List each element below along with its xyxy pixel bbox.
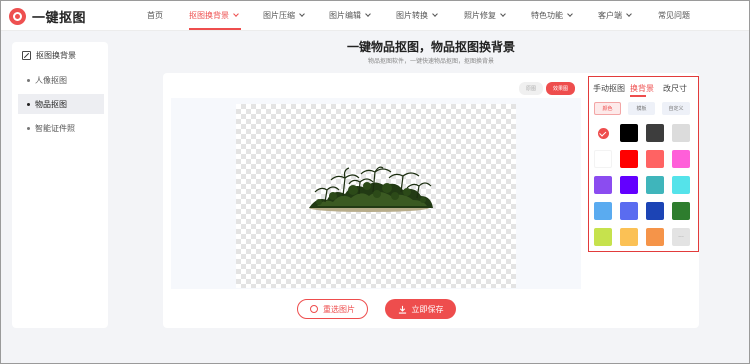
swatch-transparent-selected[interactable] (594, 124, 612, 142)
chevron-down-icon (567, 11, 573, 17)
compare-toggle: 原图 效果图 (519, 82, 576, 95)
sidebar: 抠图换背景 人像抠图 物品抠图 智能证件照 (12, 42, 108, 328)
sidebar-item-id-photo[interactable]: 智能证件照 (18, 118, 104, 138)
color-swatch[interactable] (672, 202, 690, 220)
cutout-result-image (309, 166, 433, 212)
nav-compress[interactable]: 图片压缩 (263, 10, 305, 21)
chevron-down-icon (432, 11, 438, 17)
nav-active-indicator (189, 28, 241, 30)
sidebar-item-object[interactable]: 物品抠图 (18, 94, 104, 114)
download-icon (398, 305, 406, 314)
logo-icon (9, 8, 26, 25)
cutout-icon (22, 51, 31, 60)
reselect-image-button[interactable]: 重选图片 (297, 299, 368, 319)
tab-manual-cutout[interactable]: 手动抠图 (593, 83, 625, 94)
tab-resize[interactable]: 改尺寸 (663, 83, 687, 94)
color-swatch[interactable] (646, 202, 664, 220)
color-swatch[interactable] (620, 176, 638, 194)
color-swatch[interactable] (594, 176, 612, 194)
chevron-down-icon (233, 11, 239, 17)
nav-edit[interactable]: 图片编辑 (329, 10, 371, 21)
logo[interactable]: 一键抠图 (9, 7, 86, 26)
check-icon (597, 127, 609, 139)
tab-change-background[interactable]: 换背景 (630, 83, 654, 94)
more-colors-button[interactable]: ··· (672, 228, 690, 246)
color-swatch[interactable] (594, 150, 612, 168)
result-button[interactable]: 效果图 (546, 82, 576, 95)
color-swatch[interactable] (672, 176, 690, 194)
chevron-down-icon (500, 11, 506, 17)
nav-convert[interactable]: 图片转换 (396, 10, 438, 21)
color-swatch[interactable] (646, 124, 664, 142)
chevron-down-icon (299, 11, 305, 17)
color-swatch[interactable] (646, 228, 664, 246)
nav-cutout-bg[interactable]: 抠图换背景 (189, 10, 239, 21)
color-swatch[interactable] (646, 150, 664, 168)
color-swatch[interactable] (620, 124, 638, 142)
sidebar-item-portrait[interactable]: 人像抠图 (18, 70, 104, 90)
color-swatch[interactable] (594, 202, 612, 220)
page-subtitle: 物品抠图软件，一键快速物品抠图，抠图换背景 (367, 58, 494, 65)
sidebar-title: 抠图换背景 (22, 50, 76, 61)
top-navbar: 一键抠图 首页 抠图换背景 图片压缩 图片编辑 图片转换 照片修复 特色功能 客… (1, 1, 749, 31)
color-swatch[interactable] (620, 228, 638, 246)
color-swatch[interactable] (594, 228, 612, 246)
background-panel: 手动抠图 换背景 改尺寸 颜色 模板 自定义 ··· (588, 76, 699, 252)
color-swatch[interactable] (672, 124, 690, 142)
nav-repair[interactable]: 照片修复 (464, 10, 506, 21)
nav-home[interactable]: 首页 (147, 10, 163, 21)
chevron-down-icon (626, 11, 632, 17)
save-now-button[interactable]: 立即保存 (385, 299, 456, 319)
nav-client[interactable]: 客户端 (598, 10, 632, 21)
subtab-custom[interactable]: 自定义 (662, 102, 690, 115)
nav-features[interactable]: 特色功能 (531, 10, 573, 21)
logo-text: 一键抠图 (32, 11, 87, 26)
tab-active-indicator (630, 95, 646, 97)
subtab-template[interactable]: 模板 (628, 102, 655, 115)
color-swatch[interactable] (620, 150, 638, 168)
original-button[interactable]: 原图 (519, 82, 544, 95)
color-swatch[interactable] (620, 202, 638, 220)
page-title: 一键物品抠图，物品抠图换背景 (346, 40, 515, 54)
chevron-down-icon (365, 11, 371, 17)
nav-faq[interactable]: 常见问题 (658, 10, 690, 21)
color-swatch[interactable] (672, 150, 690, 168)
circle-icon (310, 305, 318, 313)
app-frame: 一键抠图 首页 抠图换背景 图片压缩 图片编辑 图片转换 照片修复 特色功能 客… (0, 0, 750, 364)
color-swatch[interactable] (646, 176, 664, 194)
subtab-color[interactable]: 颜色 (594, 102, 621, 115)
